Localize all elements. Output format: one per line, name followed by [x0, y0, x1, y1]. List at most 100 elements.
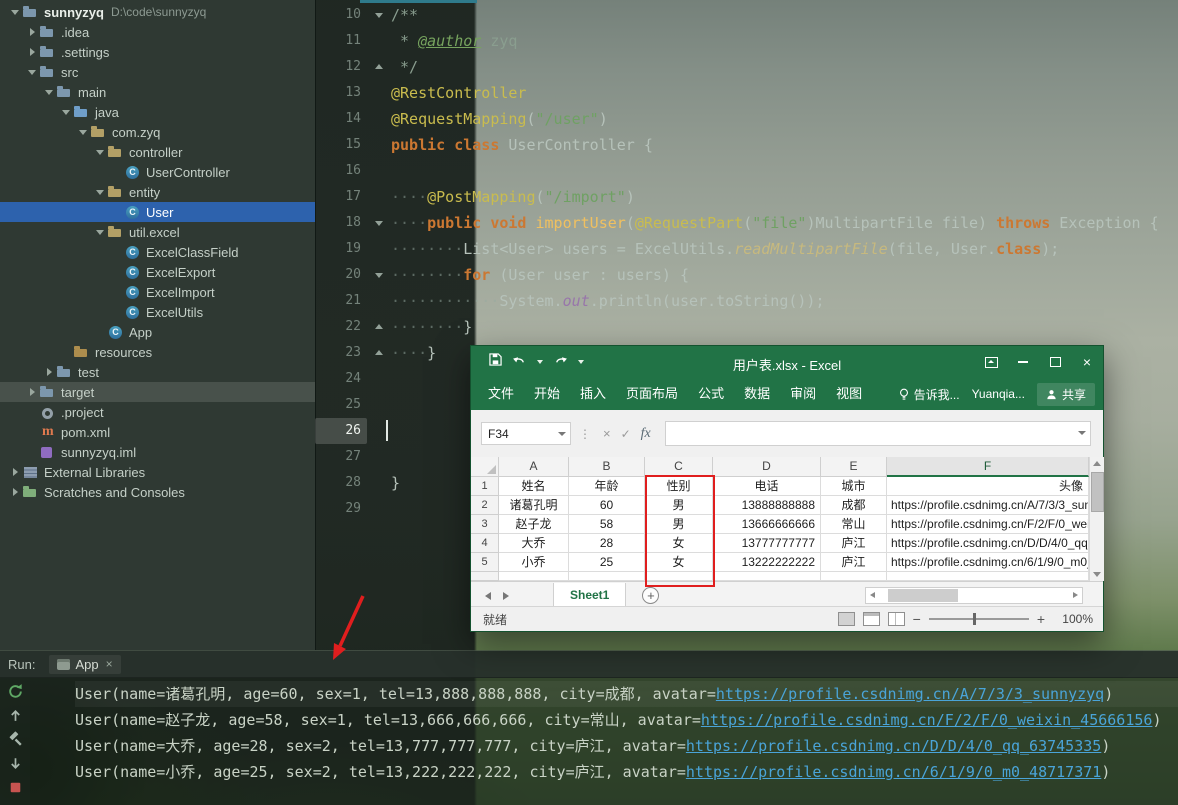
- column-header-E[interactable]: E: [821, 457, 887, 477]
- excel-window[interactable]: 用户表.xlsx - Excel × 文件 开始 插入 页面布局 公式 数据 审阅 视图 告诉…: [470, 345, 1104, 632]
- chevron-expanded-icon[interactable]: [76, 122, 90, 142]
- ribbon-tab-1[interactable]: 开始: [525, 378, 569, 410]
- tree-item-pom-xml[interactable]: pom.xml: [0, 422, 315, 442]
- cancel-icon[interactable]: ×: [603, 426, 611, 441]
- column-header-B[interactable]: B: [569, 457, 645, 477]
- row-header-4[interactable]: 4: [471, 534, 499, 553]
- tree-item-excelclassfield[interactable]: ExcelClassField: [0, 242, 315, 262]
- wrench-button[interactable]: [7, 731, 24, 748]
- fold-marker-icon[interactable]: [367, 262, 391, 288]
- excel-title-bar[interactable]: 用户表.xlsx - Excel ×: [471, 346, 1103, 378]
- chevron-collapsed-icon[interactable]: [42, 362, 56, 382]
- vertical-scrollbar-thumb[interactable]: [1091, 472, 1104, 512]
- cell-D1[interactable]: 电话: [713, 477, 821, 496]
- editor-line-13[interactable]: 13 @RestController: [315, 80, 1178, 106]
- chevron-collapsed-icon[interactable]: [25, 22, 39, 42]
- minimize-button[interactable]: [1007, 346, 1039, 378]
- cell-A5[interactable]: 小乔: [499, 553, 569, 572]
- ribbon-tab-5[interactable]: 数据: [735, 378, 779, 410]
- fold-marker-icon[interactable]: [367, 340, 391, 366]
- fold-marker-icon[interactable]: [367, 54, 391, 80]
- maximize-button[interactable]: [1039, 346, 1071, 378]
- console-hyperlink[interactable]: https://profile.csdnimg.cn/6/1/9/0_m0_48…: [686, 763, 1101, 781]
- expand-formula-bar-icon[interactable]: [1078, 431, 1086, 435]
- chevron-expanded-icon[interactable]: [93, 222, 107, 242]
- fold-marker-icon[interactable]: [367, 2, 391, 28]
- cell-F3[interactable]: https://profile.csdnimg.cn/F/2/F/0_weixi…: [887, 515, 1089, 534]
- ribbon-tab-2[interactable]: 插入: [571, 378, 615, 410]
- run-tab-app[interactable]: App ×: [49, 654, 121, 674]
- cell-A4[interactable]: 大乔: [499, 534, 569, 553]
- editor-line-16[interactable]: 16: [315, 158, 1178, 184]
- row-header-5[interactable]: 5: [471, 553, 499, 572]
- tree-item-target[interactable]: target: [0, 382, 315, 402]
- tree-item-excelimport[interactable]: ExcelImport: [0, 282, 315, 302]
- cell-E4[interactable]: 庐江: [821, 534, 887, 553]
- tree-item-app[interactable]: App: [0, 322, 315, 342]
- cell-B1[interactable]: 年龄: [569, 477, 645, 496]
- sheet-nav-left-icon[interactable]: [485, 591, 491, 600]
- cell-F5[interactable]: https://profile.csdnimg.cn/6/1/9/0_m0_48…: [887, 553, 1089, 572]
- editor-line-21[interactable]: 21 ············System.out.println(user.to…: [315, 288, 1178, 314]
- close-button[interactable]: ×: [1071, 346, 1103, 378]
- tree-item-main[interactable]: main: [0, 82, 315, 102]
- console-hyperlink[interactable]: https://profile.csdnimg.cn/D/D/4/0_qq_63…: [686, 737, 1101, 755]
- chevron-expanded-icon[interactable]: [59, 102, 73, 122]
- cell-A2[interactable]: 诸葛孔明: [499, 496, 569, 515]
- ribbon-tab-7[interactable]: 视图: [827, 378, 871, 410]
- column-header-A[interactable]: A: [499, 457, 569, 477]
- cell-F2[interactable]: https://profile.csdnimg.cn/A/7/3/3_sunny…: [887, 496, 1089, 515]
- chevron-collapsed-icon[interactable]: [25, 382, 39, 402]
- horizontal-scrollbar-thumb[interactable]: [888, 589, 958, 602]
- tree-item-com-zyq[interactable]: com.zyq: [0, 122, 315, 142]
- cell-D3[interactable]: 13666666666: [713, 515, 821, 534]
- page-break-view-button[interactable]: [887, 612, 905, 626]
- cell-E3[interactable]: 常山: [821, 515, 887, 534]
- chevron-collapsed-icon[interactable]: [8, 482, 22, 502]
- scroll-right-icon[interactable]: [1073, 592, 1078, 598]
- cell-E1[interactable]: 城市: [821, 477, 887, 496]
- chevron-expanded-icon[interactable]: [8, 2, 22, 22]
- tree-item-util-excel[interactable]: util.excel: [0, 222, 315, 242]
- worksheet-grid[interactable]: A B C D E F 1 姓名 年龄 性别 电话 城市 头像 2 诸葛孔明 60 男 13888888888 成都…: [471, 457, 1089, 581]
- share-button[interactable]: 共享: [1036, 382, 1095, 406]
- tree-item-scratches-and-consoles[interactable]: Scratches and Consoles: [0, 482, 315, 502]
- ribbon-tab-6[interactable]: 审阅: [781, 378, 825, 410]
- tree-item-usercontroller[interactable]: UserController: [0, 162, 315, 182]
- zoom-in-button[interactable]: +: [1037, 611, 1045, 627]
- select-all-corner[interactable]: [471, 457, 499, 477]
- column-header-F[interactable]: F: [887, 457, 1089, 477]
- tree-item-entity[interactable]: entity: [0, 182, 315, 202]
- rerun-button[interactable]: [7, 683, 24, 700]
- scroll-down-icon[interactable]: [1093, 572, 1101, 577]
- ribbon-tab-3[interactable]: 页面布局: [617, 378, 687, 410]
- editor-line-19[interactable]: 19 ········List<User> users = ExcelUtils.…: [315, 236, 1178, 262]
- insert-function-button[interactable]: fx: [641, 426, 651, 442]
- tell-me-box[interactable]: 告诉我...: [899, 386, 960, 403]
- chevron-expanded-icon[interactable]: [93, 182, 107, 202]
- tree-item-src[interactable]: src: [0, 62, 315, 82]
- row-header-2[interactable]: 2: [471, 496, 499, 515]
- zoom-slider[interactable]: [928, 613, 1029, 625]
- cell-D5[interactable]: 13222222222: [713, 553, 821, 572]
- stop-button[interactable]: [7, 779, 24, 796]
- row-header-1[interactable]: 1: [471, 477, 499, 496]
- row-header-3[interactable]: 3: [471, 515, 499, 534]
- cell-A1[interactable]: 姓名: [499, 477, 569, 496]
- editor-line-22[interactable]: 22 ········}: [315, 314, 1178, 340]
- chevron-collapsed-icon[interactable]: [25, 42, 39, 62]
- editor-line-18[interactable]: 18 ····public void importUser(@RequestPar…: [315, 210, 1178, 236]
- down-button[interactable]: [7, 755, 24, 772]
- tree-item--project[interactable]: .project: [0, 402, 315, 422]
- tree-item-excelexport[interactable]: ExcelExport: [0, 262, 315, 282]
- ribbon-tab-0[interactable]: 文件: [479, 378, 523, 410]
- cell-F1[interactable]: 头像: [887, 477, 1089, 496]
- tree-item--settings[interactable]: .settings: [0, 42, 315, 62]
- normal-view-button[interactable]: [837, 612, 855, 626]
- cell-B3[interactable]: 58: [569, 515, 645, 534]
- tree-item-test[interactable]: test: [0, 362, 315, 382]
- chevron-expanded-icon[interactable]: [42, 82, 56, 102]
- cell-E2[interactable]: 成都: [821, 496, 887, 515]
- fold-marker-icon[interactable]: [367, 210, 391, 236]
- chevron-collapsed-icon[interactable]: [8, 462, 22, 482]
